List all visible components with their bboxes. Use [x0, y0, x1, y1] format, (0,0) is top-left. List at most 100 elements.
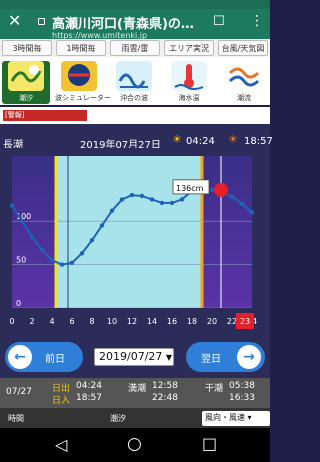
android-nav-bar: ◁ ○ □ — [0, 428, 270, 462]
tide-point — [49, 258, 55, 263]
icon-menu: 潮汐 波シミュレーター 沖合の波 海水温 潮流 — [0, 57, 270, 105]
col-tide: 潮汐 — [110, 414, 126, 423]
wind-select[interactable]: 風向・風速 ▾ — [202, 411, 270, 426]
tide-point — [99, 223, 105, 228]
sea-temp-icon — [171, 61, 207, 91]
menu-offshore-wave-label: 沖合の波 — [120, 94, 148, 102]
prev-day-button[interactable]: ← 前日 — [5, 342, 83, 372]
high-tide-1: 12:58 — [152, 381, 178, 391]
menu-sea-temp-label: 海水温 — [178, 94, 200, 102]
tide-point — [169, 200, 175, 206]
date-select[interactable]: 2019/07/27 ▼ — [94, 348, 174, 366]
warning-badge[interactable]: [警報] — [3, 110, 87, 121]
high-tide-label: 満潮 — [128, 384, 147, 394]
info-sunrise: 04:24 — [76, 381, 102, 391]
x-tick-label: 18 — [187, 317, 197, 326]
tide-info-row: 07/27 日出 日入 04:24 18:57 満潮 12:58 22:48 干… — [0, 378, 270, 408]
warning-strip: [警報] — [0, 107, 270, 124]
tide-chart[interactable]: 050100136cm02468101214161820222423 — [0, 148, 270, 338]
info-date: 07/27 — [6, 387, 32, 397]
tide-point — [239, 201, 245, 206]
date-navigation: ← 前日 2019/07/27 ▼ 翌日 → — [0, 338, 270, 378]
x-tick-label: 6 — [69, 317, 74, 326]
menu-tidal-current-label: 潮流 — [237, 94, 251, 102]
x-tick-label: 2 — [29, 317, 34, 326]
bookmark-icon[interactable]: ☐ — [213, 14, 225, 29]
low-tide-2: 16:33 — [229, 393, 255, 403]
low-tide-label: 干潮 — [205, 384, 224, 394]
tab-area-live[interactable]: エリア実況 — [164, 40, 214, 56]
x-tick-label: 12 — [127, 317, 137, 326]
x-tick-label: 8 — [89, 317, 94, 326]
sunset-label: 日入 — [52, 396, 71, 406]
tide-point — [19, 218, 25, 224]
tide-point — [9, 203, 15, 208]
menu-wave-simulator[interactable]: 波シミュレーター — [55, 61, 111, 104]
tide-point — [39, 247, 45, 253]
wave-simulator-icon — [61, 61, 97, 91]
arrow-left-icon: ← — [8, 345, 32, 369]
tide-point — [129, 192, 135, 198]
sunrise-time: 04:24 — [186, 136, 215, 147]
x-tick-label: 0 — [9, 317, 14, 326]
close-tab-button[interactable]: ✕ — [8, 13, 21, 29]
tab-typhoon[interactable]: 台風/天気図 — [218, 40, 268, 56]
date-select-value: 2019/07/27 — [99, 350, 163, 363]
current-marker — [214, 182, 228, 197]
x-tick-label: 22 — [227, 317, 237, 326]
high-tide-2: 22:48 — [152, 393, 178, 403]
chart-header: 長潮 2019年07月27日 ☀ 04:24 ☀ 18:57 — [0, 124, 273, 151]
recent-apps-icon[interactable]: □ — [202, 434, 217, 453]
x-tick-label: 10 — [107, 317, 117, 326]
tidal-current-icon — [226, 61, 262, 91]
home-icon[interactable]: ○ — [127, 434, 142, 454]
tab-rain-radar[interactable]: 雨雲/雷 — [110, 40, 160, 56]
tide-point — [159, 200, 165, 206]
col-time: 時間 — [8, 414, 24, 423]
tide-point — [229, 194, 235, 200]
next-day-button[interactable]: 翌日 → — [186, 342, 265, 372]
daytime-region — [56, 156, 202, 308]
menu-offshore-wave[interactable]: 沖合の波 — [110, 61, 158, 104]
back-icon[interactable]: ◁ — [55, 435, 67, 454]
more-menu-icon[interactable]: ⋮ — [250, 13, 264, 29]
sunrise-icon: ☀ — [172, 133, 182, 146]
info-sunset: 18:57 — [76, 393, 102, 403]
lock-icon — [38, 18, 45, 25]
tide-icon — [8, 61, 44, 91]
x-tick-label: 4 — [49, 317, 54, 326]
night-region-morning — [12, 156, 56, 308]
top-tabs: 3時間毎 1時間毎 雨雲/雷 エリア実況 台風/天気図 — [0, 39, 270, 57]
menu-tide[interactable]: 潮汐 — [2, 61, 50, 104]
sunset-icon: ☀ — [228, 133, 238, 146]
menu-sea-temp[interactable]: 海水温 — [165, 61, 213, 104]
chevron-down-icon: ▼ — [165, 353, 173, 362]
tide-point — [119, 197, 125, 202]
low-tide-1: 05:38 — [229, 381, 255, 391]
chevron-down-icon: ▾ — [247, 413, 252, 422]
tab-3hourly[interactable]: 3時間毎 — [2, 40, 52, 56]
page-title: 高瀬川河口(青森県)の… — [52, 17, 194, 32]
night-region-evening — [202, 156, 252, 308]
y-tick-label: 50 — [16, 256, 26, 265]
tab-hourly[interactable]: 1時間毎 — [56, 40, 106, 56]
arrow-right-icon: → — [237, 345, 261, 369]
tide-point — [109, 208, 115, 213]
table-header: 時間 潮汐 風向・風速 ▾ — [0, 408, 270, 428]
tide-point — [29, 234, 35, 239]
tide-point — [89, 238, 95, 243]
tide-point — [79, 251, 85, 256]
tide-point — [69, 260, 75, 266]
prev-day-label: 前日 — [45, 354, 65, 365]
offshore-wave-icon — [116, 61, 152, 91]
menu-tidal-current[interactable]: 潮流 — [220, 61, 268, 104]
browser-toolbar: ✕ 高瀬川河口(青森県)の… https://www.umitenki.jp ☐… — [0, 9, 270, 40]
y-tick-label: 0 — [16, 299, 21, 308]
sunset-time: 18:57 — [244, 136, 273, 147]
menu-wave-simulator-label: 波シミュレーター — [55, 94, 111, 102]
tide-point — [249, 210, 255, 215]
next-day-label: 翌日 — [201, 354, 221, 365]
tide-point — [139, 193, 145, 199]
tooltip-label: 136cm — [176, 184, 204, 193]
wind-select-value: 風向・風速 — [205, 413, 245, 422]
